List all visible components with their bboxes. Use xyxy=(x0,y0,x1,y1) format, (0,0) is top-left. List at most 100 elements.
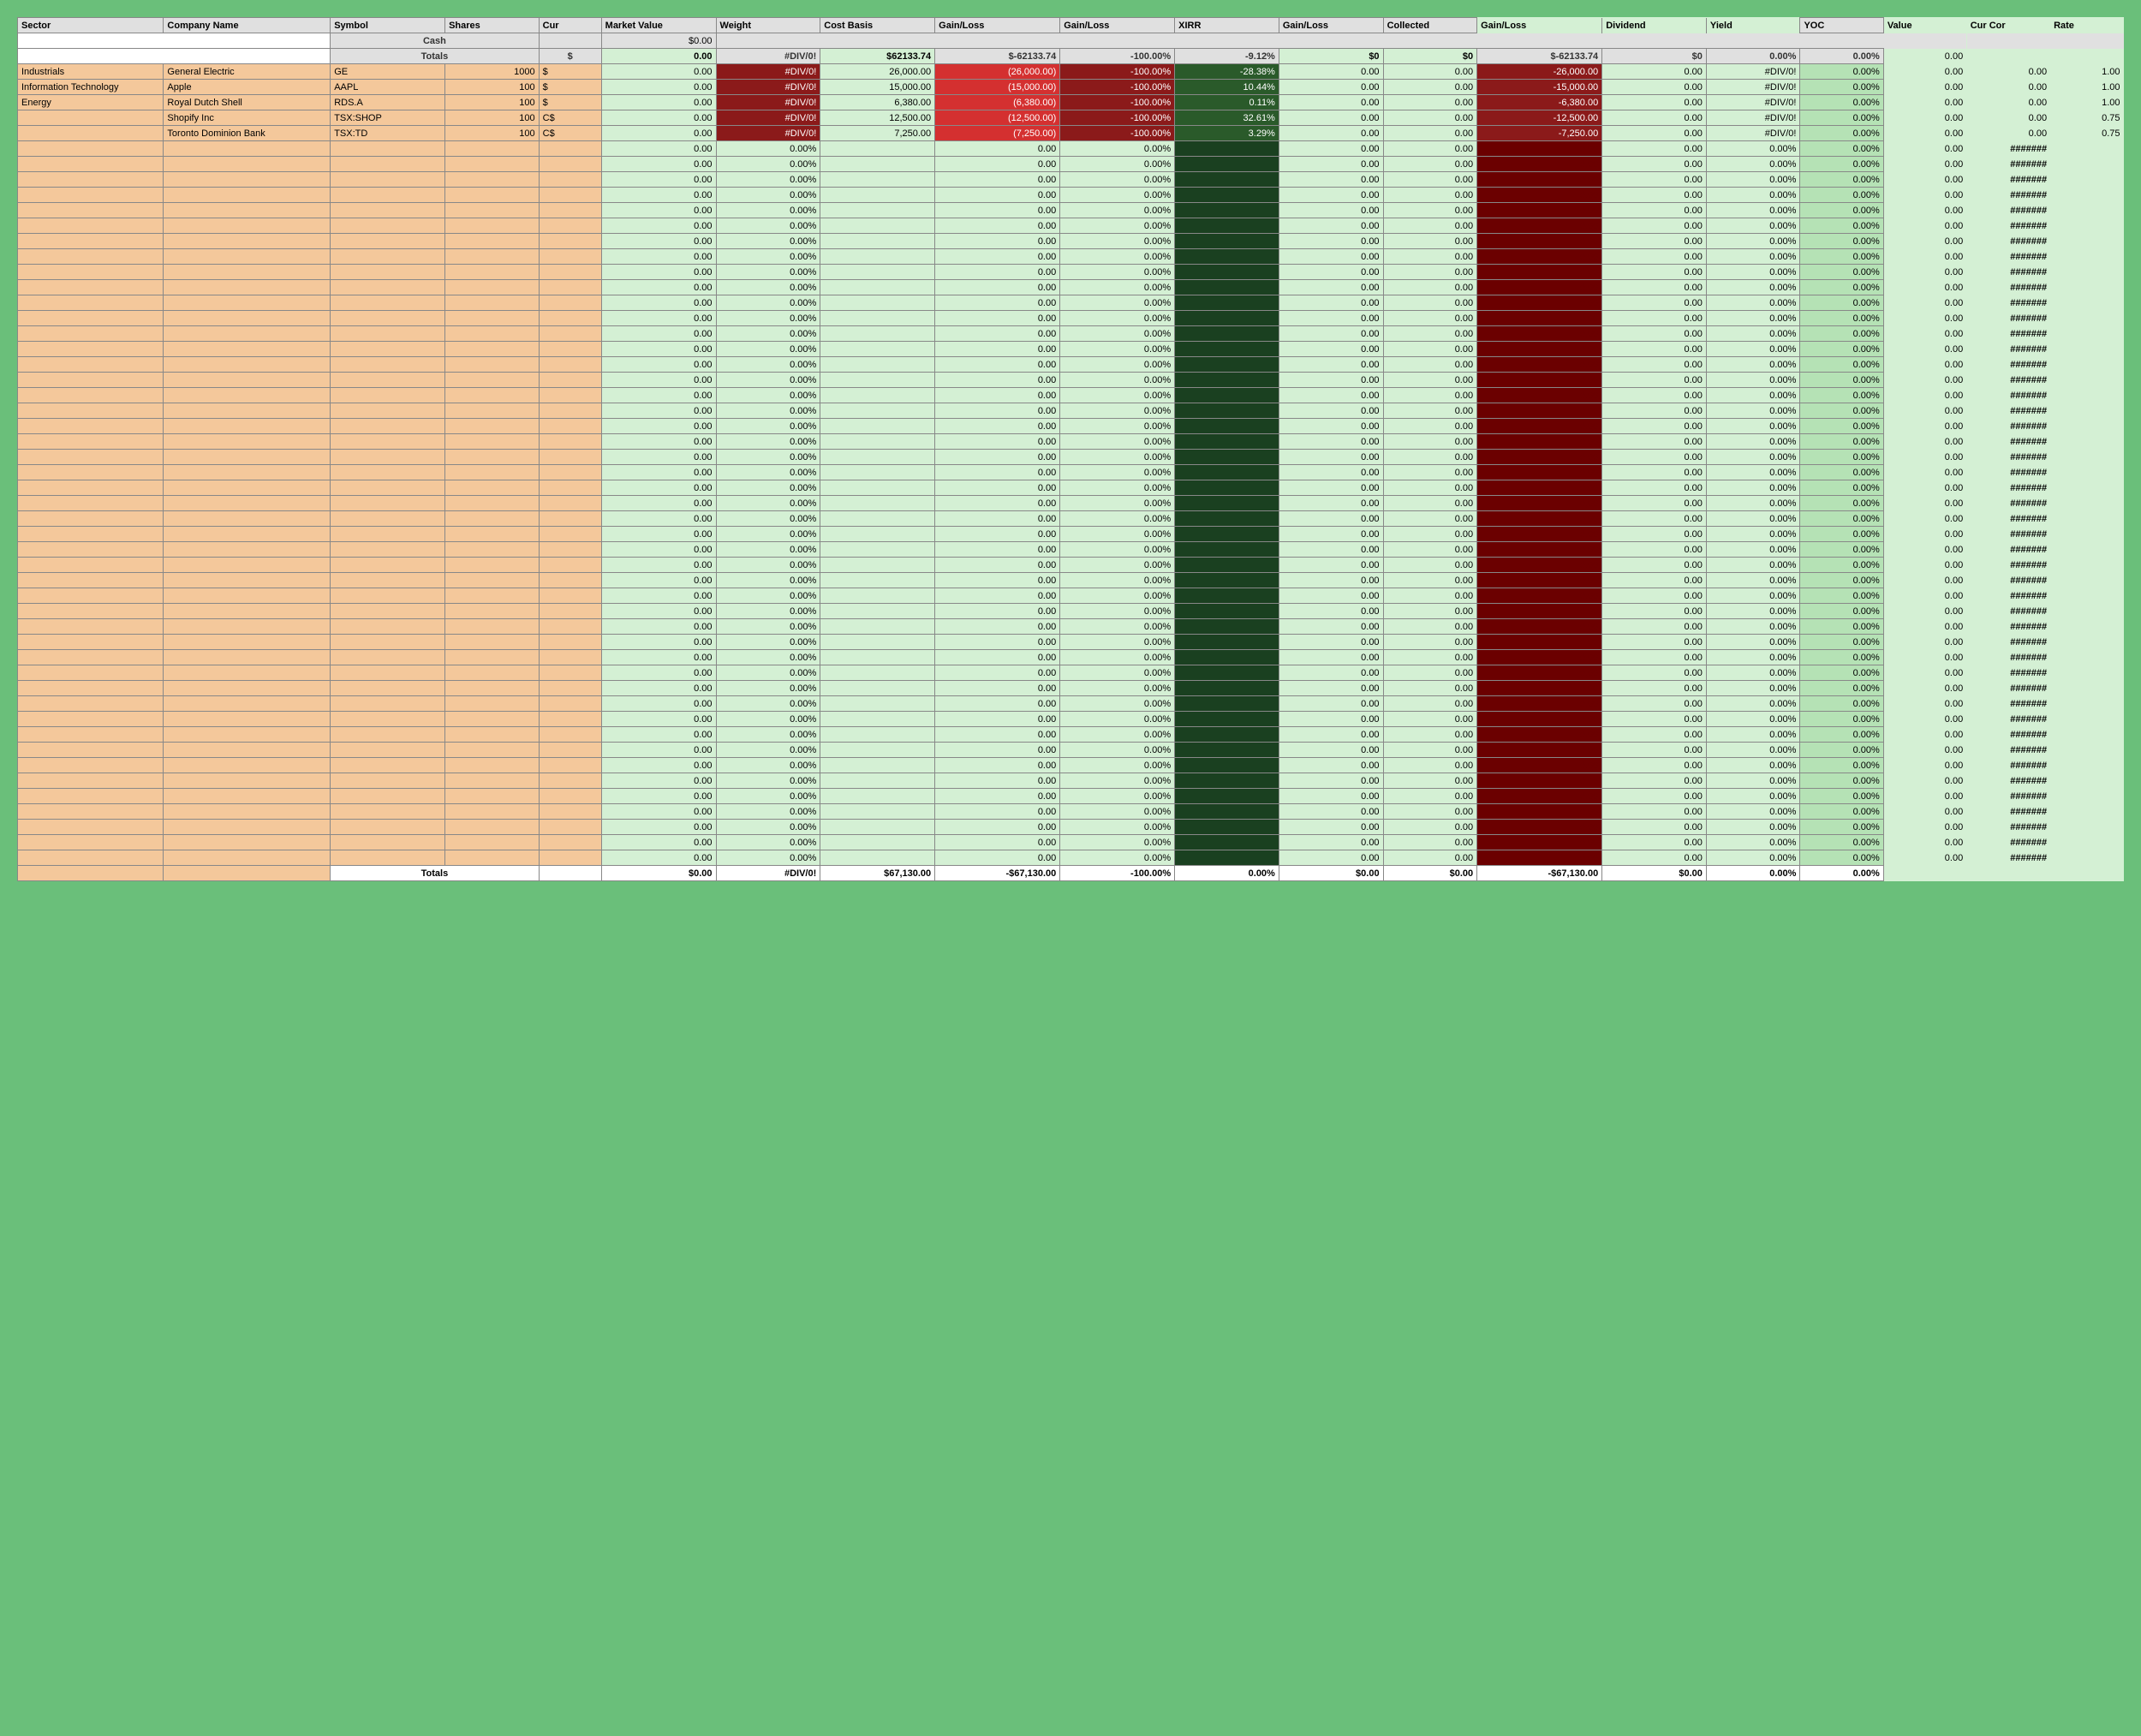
cell[interactable]: 0.00 xyxy=(1279,326,1383,342)
cell[interactable]: #DIV/0! xyxy=(1706,64,1800,80)
cell[interactable]: 0.00 xyxy=(601,388,716,403)
cell[interactable]: #DIV/0! xyxy=(1706,126,1800,141)
cell[interactable] xyxy=(539,419,601,434)
cell[interactable]: 0.00 xyxy=(1279,110,1383,126)
cell[interactable]: 0.00% xyxy=(1706,712,1800,727)
cell[interactable]: 0.00% xyxy=(1800,527,1883,542)
cell[interactable]: 0.00 xyxy=(1883,480,1966,496)
cell[interactable]: 0.00% xyxy=(716,403,820,419)
cell[interactable]: 0.00% xyxy=(1706,665,1800,681)
cell[interactable] xyxy=(164,758,331,773)
cell[interactable]: 0.00 xyxy=(1883,465,1966,480)
cell[interactable] xyxy=(2050,342,2123,357)
cell[interactable] xyxy=(18,234,164,249)
cell[interactable]: 0.00 xyxy=(1477,342,1602,357)
cell[interactable]: 0.00 xyxy=(1383,280,1477,295)
cell[interactable]: $ xyxy=(539,49,601,64)
cell[interactable]: 0.00 xyxy=(1602,835,1707,850)
cell[interactable]: 0.00 xyxy=(1279,573,1383,588)
cell[interactable]: ####### xyxy=(1967,696,2050,712)
cell[interactable] xyxy=(331,665,445,681)
cell[interactable]: 0.00 xyxy=(1883,496,1966,511)
cell[interactable]: 0.00% xyxy=(716,696,820,712)
cell[interactable] xyxy=(2050,527,2123,542)
cell[interactable] xyxy=(164,619,331,635)
cell[interactable] xyxy=(539,33,601,49)
cell[interactable] xyxy=(1175,773,1279,789)
cell[interactable]: 0.00 xyxy=(1602,403,1707,419)
cell[interactable]: ####### xyxy=(1967,388,2050,403)
cell[interactable]: 0.00 xyxy=(1279,527,1383,542)
cell[interactable]: $ xyxy=(539,64,601,80)
cell[interactable] xyxy=(716,33,820,49)
cell[interactable]: 0.00 xyxy=(1383,234,1477,249)
cell[interactable]: 0.00% xyxy=(1706,542,1800,558)
cell[interactable]: 0.00 xyxy=(1602,573,1707,588)
cell[interactable] xyxy=(18,434,164,450)
cell[interactable]: ####### xyxy=(1967,558,2050,573)
cell[interactable]: 0.00% xyxy=(1800,157,1883,172)
cell[interactable] xyxy=(164,496,331,511)
cell[interactable] xyxy=(2050,835,2123,850)
cell[interactable]: 0.00 xyxy=(1279,635,1383,650)
cell[interactable]: 0.00 xyxy=(1602,727,1707,743)
cell[interactable] xyxy=(18,820,164,835)
cell[interactable] xyxy=(820,295,935,311)
cell[interactable]: 0.00 xyxy=(601,157,716,172)
cell[interactable] xyxy=(820,480,935,496)
cell[interactable] xyxy=(331,141,445,157)
cell[interactable]: 0.00 xyxy=(1602,511,1707,527)
cell[interactable]: 0.00 xyxy=(935,619,1060,635)
cell[interactable]: 0.00 xyxy=(935,527,1060,542)
cell[interactable] xyxy=(539,218,601,234)
cell[interactable]: 0.00 xyxy=(1477,465,1602,480)
cell[interactable]: 0.00 xyxy=(1383,188,1477,203)
cell[interactable]: 0.00 xyxy=(1477,357,1602,373)
cell[interactable] xyxy=(1279,33,1383,49)
cell[interactable] xyxy=(164,604,331,619)
cell[interactable]: 0.00% xyxy=(1060,265,1175,280)
cell[interactable]: 0.00% xyxy=(1060,496,1175,511)
cell[interactable]: 0.00 xyxy=(935,188,1060,203)
cell[interactable] xyxy=(820,403,935,419)
cell[interactable]: 0.00% xyxy=(716,835,820,850)
cell[interactable]: 0.00 xyxy=(601,203,716,218)
cell[interactable]: 0.00 xyxy=(1383,357,1477,373)
cell[interactable] xyxy=(820,665,935,681)
cell[interactable]: ####### xyxy=(1967,373,2050,388)
cell[interactable]: 0.00 xyxy=(1383,588,1477,604)
cell[interactable]: Industrials xyxy=(18,64,164,80)
col-header[interactable]: Cur xyxy=(539,18,601,33)
cell[interactable]: 0.00 xyxy=(1383,820,1477,835)
cell[interactable]: 0.75 xyxy=(2050,110,2123,126)
cell[interactable] xyxy=(164,650,331,665)
cell[interactable]: 0.00 xyxy=(1883,712,1966,727)
cell[interactable]: 0.00% xyxy=(1706,866,1800,881)
cell[interactable] xyxy=(2050,542,2123,558)
cell[interactable]: ####### xyxy=(1967,342,2050,357)
cell[interactable] xyxy=(445,820,540,835)
col-header[interactable]: Yield xyxy=(1706,18,1800,33)
cell[interactable]: 0.00% xyxy=(1706,326,1800,342)
cell[interactable]: 0.00 xyxy=(1279,465,1383,480)
cell[interactable]: 0.00 xyxy=(601,804,716,820)
cell[interactable]: 0.00% xyxy=(1800,542,1883,558)
cell[interactable] xyxy=(164,727,331,743)
cell[interactable] xyxy=(18,172,164,188)
cell[interactable]: 0.00 xyxy=(1279,311,1383,326)
cell[interactable]: 0.00 xyxy=(1279,773,1383,789)
col-header[interactable]: Gain/Loss xyxy=(1279,18,1383,33)
cell[interactable]: 0.00 xyxy=(1883,619,1966,635)
cell[interactable] xyxy=(445,681,540,696)
cell[interactable]: 0.00 xyxy=(1279,188,1383,203)
cell[interactable] xyxy=(2050,373,2123,388)
cell[interactable] xyxy=(164,295,331,311)
cell[interactable] xyxy=(2050,665,2123,681)
cell[interactable]: 0.00 xyxy=(1383,650,1477,665)
cell[interactable] xyxy=(18,727,164,743)
cell[interactable]: 0.00% xyxy=(1175,866,1279,881)
cell[interactable]: 0.00 xyxy=(1602,311,1707,326)
cell[interactable]: 0.00% xyxy=(1800,311,1883,326)
cell[interactable]: 0.00 xyxy=(935,604,1060,619)
cell[interactable] xyxy=(18,450,164,465)
